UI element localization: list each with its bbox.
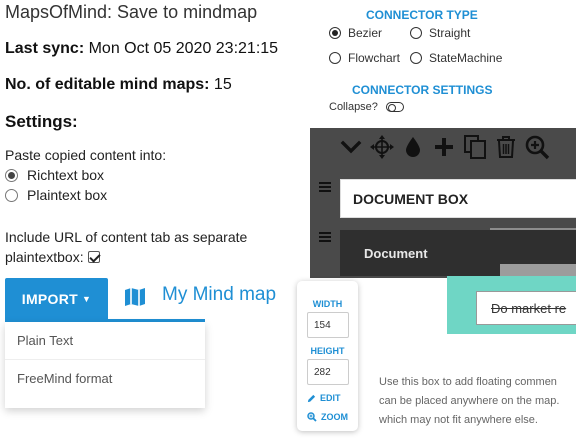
straight-label: Straight [429, 26, 471, 40]
statemachine-radio[interactable] [410, 52, 422, 64]
connector-straight[interactable]: Straight [410, 26, 470, 40]
move-icon[interactable] [367, 132, 397, 162]
import-freemind[interactable]: FreeMind format [5, 360, 205, 397]
import-plain-text[interactable]: Plain Text [5, 322, 205, 359]
connector-settings-heading: CONNECTOR SETTINGS [352, 83, 493, 97]
my-mind-map-tab[interactable]: My Mind map [162, 284, 276, 306]
collapse-label: Collapse? [329, 101, 378, 113]
drop-icon[interactable] [398, 132, 428, 162]
map-icon[interactable] [124, 287, 146, 312]
hamburger-menu-icon[interactable] [319, 182, 331, 192]
connector-bezier[interactable]: Bezier [329, 26, 382, 40]
maps-count-value: 15 [213, 76, 232, 93]
bezier-label: Bezier [348, 26, 383, 40]
edit-label: EDIT [320, 393, 341, 403]
hamburger-menu-icon[interactable] [319, 232, 331, 242]
connector-type-heading: CONNECTOR TYPE [366, 8, 478, 22]
plaintext-label: Plaintext box [27, 187, 108, 203]
zoom-button[interactable]: ZOOM [307, 412, 348, 422]
collapse-toggle[interactable] [385, 102, 404, 112]
plaintext-radio[interactable] [5, 188, 18, 202]
import-dropdown: Plain Text FreeMind format [5, 322, 205, 408]
plus-icon[interactable] [429, 132, 459, 162]
maps-count-label: No. of editable mind maps: [5, 76, 210, 93]
include-url-setting: Include URL of content tab as separate p… [5, 227, 275, 267]
help-line-2: can be placed anywhere on the map. [379, 395, 560, 407]
include-url-label: Include URL of content tab as separate p… [5, 229, 248, 265]
paste-into-label: Paste copied content into: [5, 147, 167, 163]
zoom-in-icon[interactable] [522, 132, 552, 162]
help-line-3: which may not fit anywhere else. [379, 414, 538, 426]
trash-icon[interactable] [491, 132, 521, 162]
straight-radio[interactable] [410, 27, 422, 39]
help-line-1: Use this box to add floating commen [379, 376, 557, 388]
import-button[interactable]: IMPORT ▼ [5, 278, 108, 320]
statemachine-label: StateMachine [429, 51, 503, 65]
size-panel: WIDTH 154 HEIGHT 282 EDIT ZOOM [297, 281, 358, 431]
height-label: HEIGHT [310, 346, 345, 356]
width-label: WIDTH [312, 299, 343, 309]
collapse-setting: Collapse? [329, 101, 404, 113]
flowchart-radio[interactable] [329, 52, 341, 64]
last-sync-value: Mon Oct 05 2020 23:21:15 [88, 40, 279, 57]
richtext-radio[interactable] [5, 168, 18, 182]
paste-richtext-option[interactable]: Richtext box [5, 167, 104, 183]
node-toolbar [336, 132, 553, 162]
include-url-checkbox[interactable] [87, 251, 100, 263]
copy-icon[interactable] [460, 132, 490, 162]
pencil-icon [307, 394, 316, 402]
editable-maps-count: No. of editable mind maps: 15 [5, 76, 232, 94]
last-sync-label: Last sync: [5, 40, 85, 57]
chevron-down-icon[interactable] [336, 132, 366, 162]
bezier-radio[interactable] [329, 27, 341, 39]
settings-heading: Settings: [5, 112, 78, 131]
ghost-text [500, 264, 576, 276]
zoom-icon [307, 412, 317, 422]
market-node[interactable]: Do market re [476, 291, 576, 325]
caret-down-icon: ▼ [82, 294, 92, 304]
floating-comment-help: Use this box to add floating commen can … [379, 373, 576, 430]
width-input[interactable]: 154 [307, 312, 349, 338]
document-box-node[interactable]: DOCUMENT BOX [340, 179, 576, 218]
height-input[interactable]: 282 [307, 359, 349, 385]
app-title: MapsOfMind: Save to mindmap [5, 2, 258, 22]
zoom-label: ZOOM [321, 412, 348, 422]
richtext-label: Richtext box [27, 167, 105, 183]
connector-statemachine[interactable]: StateMachine [410, 51, 502, 65]
flowchart-label: Flowchart [348, 51, 401, 65]
import-label: IMPORT [21, 291, 79, 307]
edit-button[interactable]: EDIT [307, 393, 341, 403]
paste-plaintext-option[interactable]: Plaintext box [5, 187, 107, 203]
last-sync: Last sync: Mon Oct 05 2020 23:21:15 [5, 40, 278, 58]
connector-flowchart[interactable]: Flowchart [329, 51, 400, 65]
